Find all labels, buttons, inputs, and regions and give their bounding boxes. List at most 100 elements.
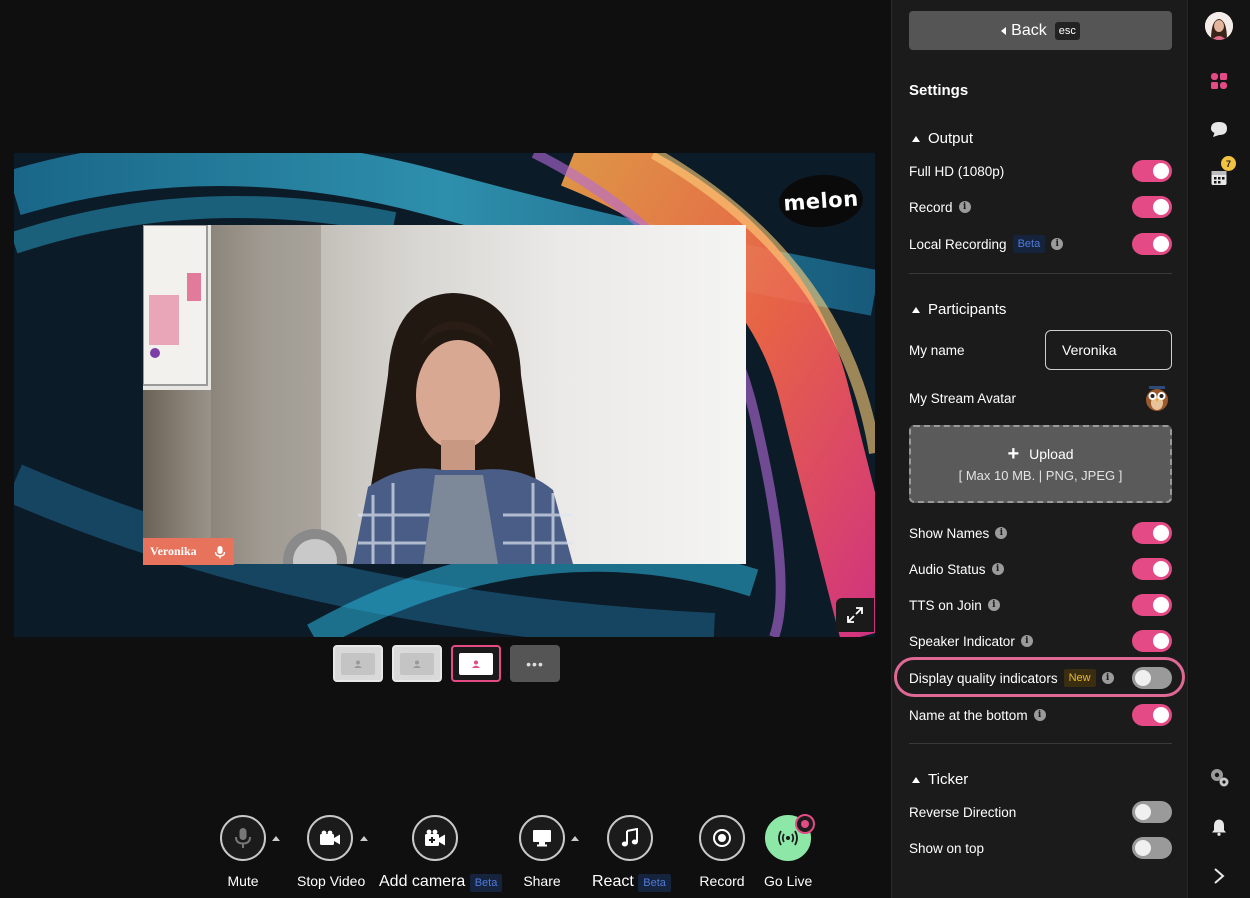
show-on-top-toggle[interactable] (1132, 837, 1172, 859)
info-icon[interactable]: i (991, 563, 1004, 575)
plus-icon: + (1007, 442, 1020, 465)
info-icon[interactable]: i (987, 599, 1000, 611)
info-icon[interactable]: i (1051, 238, 1064, 250)
right-rail: 7 (1189, 0, 1250, 898)
bell-icon (1212, 819, 1226, 836)
screen-share-icon (533, 830, 551, 847)
layouts-rail-button[interactable] (1204, 66, 1234, 96)
share-options-caret[interactable] (571, 836, 579, 841)
stop-video-label: Stop Video (297, 873, 366, 889)
more-layouts-button[interactable]: ••• (510, 645, 560, 682)
back-arrow-icon (1001, 26, 1007, 35)
music-note-icon (621, 828, 638, 847)
info-icon[interactable]: i (1020, 635, 1033, 647)
mute-options-caret[interactable] (272, 836, 280, 841)
chevron-right-icon (1214, 868, 1225, 884)
speaker-indicator-row: Speaker Indicator i (909, 629, 1172, 653)
settings-rail-button[interactable] (1204, 762, 1234, 792)
upload-label: Upload (1029, 445, 1074, 462)
record-label: Record (699, 873, 745, 889)
camera-feed (143, 225, 746, 564)
local-recording-row: Local Recording Beta i (909, 232, 1172, 256)
calendar-icon (1211, 171, 1227, 185)
share-button[interactable]: Share (519, 815, 565, 889)
avatar-upload-dropzone[interactable]: + Upload [ Max 10 MB. | PNG, JPEG ] (909, 425, 1172, 503)
participant-name-tag: Veronika (143, 538, 234, 565)
react-label-row: React Beta (592, 873, 671, 892)
full-hd-label: Full HD (1080p) (909, 163, 1005, 179)
collapse-panel-button[interactable] (1204, 861, 1234, 891)
chat-bubble-icon (1211, 122, 1227, 137)
layout-option-2[interactable] (392, 645, 442, 682)
full-hd-toggle[interactable] (1132, 160, 1172, 182)
display-quality-toggle[interactable] (1132, 667, 1172, 689)
info-icon[interactable]: i (995, 527, 1008, 539)
ticker-heading: Ticker (928, 771, 969, 788)
notifications-rail-button[interactable] (1204, 812, 1234, 842)
output-section-toggle[interactable]: Output (912, 130, 973, 147)
layout-option-1[interactable] (333, 645, 383, 682)
beta-badge: Beta (638, 874, 671, 892)
person-icon (413, 660, 421, 668)
person-icon (354, 660, 362, 668)
tts-on-join-row: TTS on Join i (909, 593, 1172, 617)
record-toggle[interactable] (1132, 196, 1172, 218)
react-button[interactable] (607, 815, 653, 861)
layout-option-3-selected[interactable] (451, 645, 501, 682)
add-camera-button[interactable] (412, 815, 458, 861)
calendar-rail-button[interactable]: 7 (1204, 156, 1236, 192)
local-recording-label: Local Recording (909, 236, 1007, 252)
video-options-caret[interactable] (360, 836, 368, 841)
show-on-top-label: Show on top (909, 840, 985, 856)
speaker-indicator-toggle[interactable] (1132, 630, 1172, 652)
tts-on-join-toggle[interactable] (1132, 594, 1172, 616)
live-indicator-icon (795, 814, 815, 834)
my-name-label: My name (909, 342, 965, 358)
chat-rail-button[interactable] (1204, 114, 1234, 144)
show-names-toggle[interactable] (1132, 522, 1172, 544)
upload-hint: [ Max 10 MB. | PNG, JPEG ] (958, 467, 1123, 483)
back-button[interactable]: Back esc (909, 11, 1172, 50)
collapse-caret-icon (912, 776, 920, 783)
reverse-direction-toggle[interactable] (1132, 801, 1172, 823)
participants-heading: Participants (928, 301, 1007, 318)
reverse-direction-label: Reverse Direction (909, 804, 1017, 820)
record-button[interactable]: Record (699, 815, 745, 889)
name-bottom-row: Name at the bottom i (909, 703, 1172, 727)
go-live-button[interactable]: Go Live (764, 814, 815, 889)
user-avatar[interactable] (1205, 12, 1233, 40)
user-avatar-image (1205, 12, 1233, 40)
name-bottom-toggle[interactable] (1132, 704, 1172, 726)
add-camera-label-row: Add camera Beta (379, 873, 503, 892)
audio-status-toggle[interactable] (1132, 558, 1172, 580)
microphone-icon (214, 545, 226, 558)
mute-button[interactable]: Mute (220, 815, 266, 889)
participants-section-toggle[interactable]: Participants (912, 301, 1006, 318)
my-name-input[interactable] (1045, 330, 1172, 370)
info-icon[interactable]: i (1033, 709, 1046, 721)
collapse-caret-icon (912, 135, 920, 142)
stop-video-button[interactable] (307, 815, 353, 861)
microphone-icon (235, 828, 251, 848)
name-bottom-label: Name at the bottom (909, 707, 1028, 723)
record-row: Record i (909, 195, 1172, 219)
info-icon[interactable]: i (1101, 672, 1114, 684)
info-icon[interactable]: i (958, 201, 971, 213)
stream-avatar-label: My Stream Avatar (909, 390, 1017, 406)
local-recording-toggle[interactable] (1132, 233, 1172, 255)
owl-avatar-icon[interactable] (1144, 384, 1170, 412)
full-hd-row: Full HD (1080p) (909, 159, 1172, 183)
collapse-caret-icon (912, 306, 920, 313)
ticker-section-toggle[interactable]: Ticker (912, 771, 968, 788)
section-divider (909, 273, 1172, 274)
stream-avatar-row: My Stream Avatar (909, 384, 1172, 412)
expand-icon (847, 607, 863, 623)
add-camera-icon (425, 829, 445, 846)
section-divider (909, 743, 1172, 744)
fullscreen-button[interactable] (836, 598, 874, 632)
video-camera-icon (320, 830, 340, 845)
show-names-label: Show Names (909, 525, 990, 541)
stream-stage: melon Veronika (14, 153, 875, 637)
broadcast-icon (778, 830, 799, 846)
esc-key-hint: esc (1054, 21, 1080, 40)
